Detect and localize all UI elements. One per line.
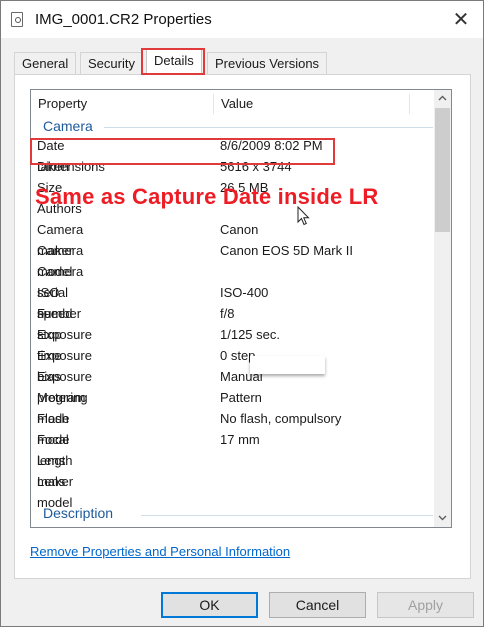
close-icon: ✕ — [452, 9, 470, 31]
chevron-down-icon — [438, 515, 447, 521]
property-value: f/8 — [220, 306, 235, 321]
properties-window: IMG_0001.CR2 Properties ✕ General Securi… — [0, 0, 484, 627]
property-value: ISO-400 — [220, 285, 269, 300]
details-panel: Property Value Camera Date taken 8/6/200… — [14, 74, 471, 579]
property-value: 8/6/2009 8:02 PM — [220, 138, 323, 153]
column-separator[interactable] — [213, 94, 214, 114]
group-header-camera[interactable]: Camera — [43, 118, 93, 134]
column-separator[interactable] — [409, 94, 410, 114]
tab-security[interactable]: Security — [80, 52, 143, 74]
tab-details[interactable]: Details — [146, 49, 202, 75]
scroll-up-button[interactable] — [434, 90, 451, 107]
property-value: Canon — [220, 222, 259, 237]
tab-previous-versions[interactable]: Previous Versions — [207, 52, 328, 74]
mouse-pointer-icon — [297, 206, 310, 226]
apply-button[interactable]: Apply — [377, 592, 474, 618]
tab-general[interactable]: General — [14, 52, 77, 74]
property-value: 1/125 sec. — [220, 327, 280, 342]
scrollbar-thumb[interactable] — [435, 108, 450, 232]
close-button[interactable]: ✕ — [447, 8, 475, 32]
property-value: No flash, compulsory — [220, 411, 342, 426]
vertical-scrollbar[interactable] — [434, 90, 451, 527]
property-value: 17 mm — [220, 432, 260, 447]
file-icon — [11, 12, 23, 27]
annotation-text: Same as Capture Date inside LR — [35, 184, 379, 209]
group-divider — [141, 515, 433, 516]
remove-properties-link[interactable]: Remove Properties and Personal Informati… — [30, 544, 290, 559]
scroll-down-button[interactable] — [434, 510, 451, 527]
window-title: IMG_0001.CR2 Properties — [35, 11, 212, 28]
ok-button[interactable]: OK — [161, 592, 258, 618]
title-bar: IMG_0001.CR2 Properties ✕ — [1, 1, 483, 38]
property-value: 5616 x 3744 — [220, 159, 292, 174]
cancel-button[interactable]: Cancel — [269, 592, 366, 618]
properties-list: Property Value Camera Date taken 8/6/200… — [30, 89, 452, 528]
property-name: Dimensions — [37, 159, 105, 174]
redaction-box — [250, 356, 325, 374]
group-header-description[interactable]: Description — [43, 505, 113, 521]
group-divider — [104, 127, 433, 128]
property-value: Pattern — [220, 390, 262, 405]
property-value: Canon EOS 5D Mark II — [220, 243, 353, 258]
column-header-property[interactable]: Property — [38, 90, 87, 117]
chevron-up-icon — [438, 95, 447, 101]
column-header-value[interactable]: Value — [221, 90, 253, 117]
